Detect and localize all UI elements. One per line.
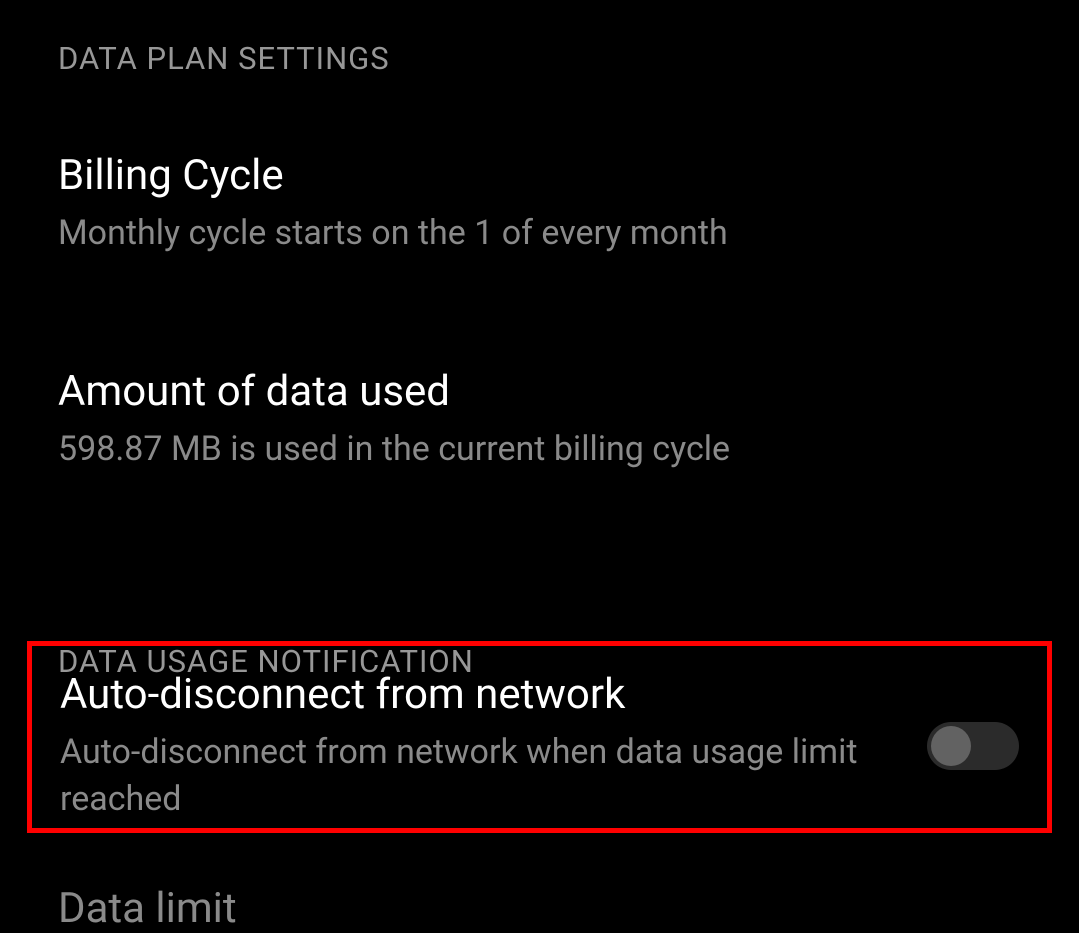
auto-disconnect-toggle[interactable] <box>927 722 1019 770</box>
auto-disconnect-title: Auto-disconnect from network <box>60 668 907 723</box>
auto-disconnect-row[interactable]: Auto-disconnect from network Auto-discon… <box>32 646 1047 828</box>
billing-cycle-subtitle: Monthly cycle starts on the 1 of every m… <box>58 210 1021 258</box>
section-header-data-plan: DATA PLAN SETTINGS <box>0 0 1079 77</box>
data-limit-title[interactable]: Data limit <box>58 884 237 933</box>
auto-disconnect-subtitle: Auto-disconnect from network when data u… <box>60 729 907 824</box>
billing-cycle-title: Billing Cycle <box>58 149 1021 204</box>
toggle-knob-icon <box>931 726 971 766</box>
amount-used-title: Amount of data used <box>58 365 1021 420</box>
highlight-box: Auto-disconnect from network Auto-discon… <box>27 641 1052 833</box>
amount-used-subtitle: 598.87 MB is used in the current billing… <box>58 426 1021 474</box>
amount-used-row[interactable]: Amount of data used 598.87 MB is used in… <box>0 365 1079 473</box>
billing-cycle-row[interactable]: Billing Cycle Monthly cycle starts on th… <box>0 149 1079 257</box>
